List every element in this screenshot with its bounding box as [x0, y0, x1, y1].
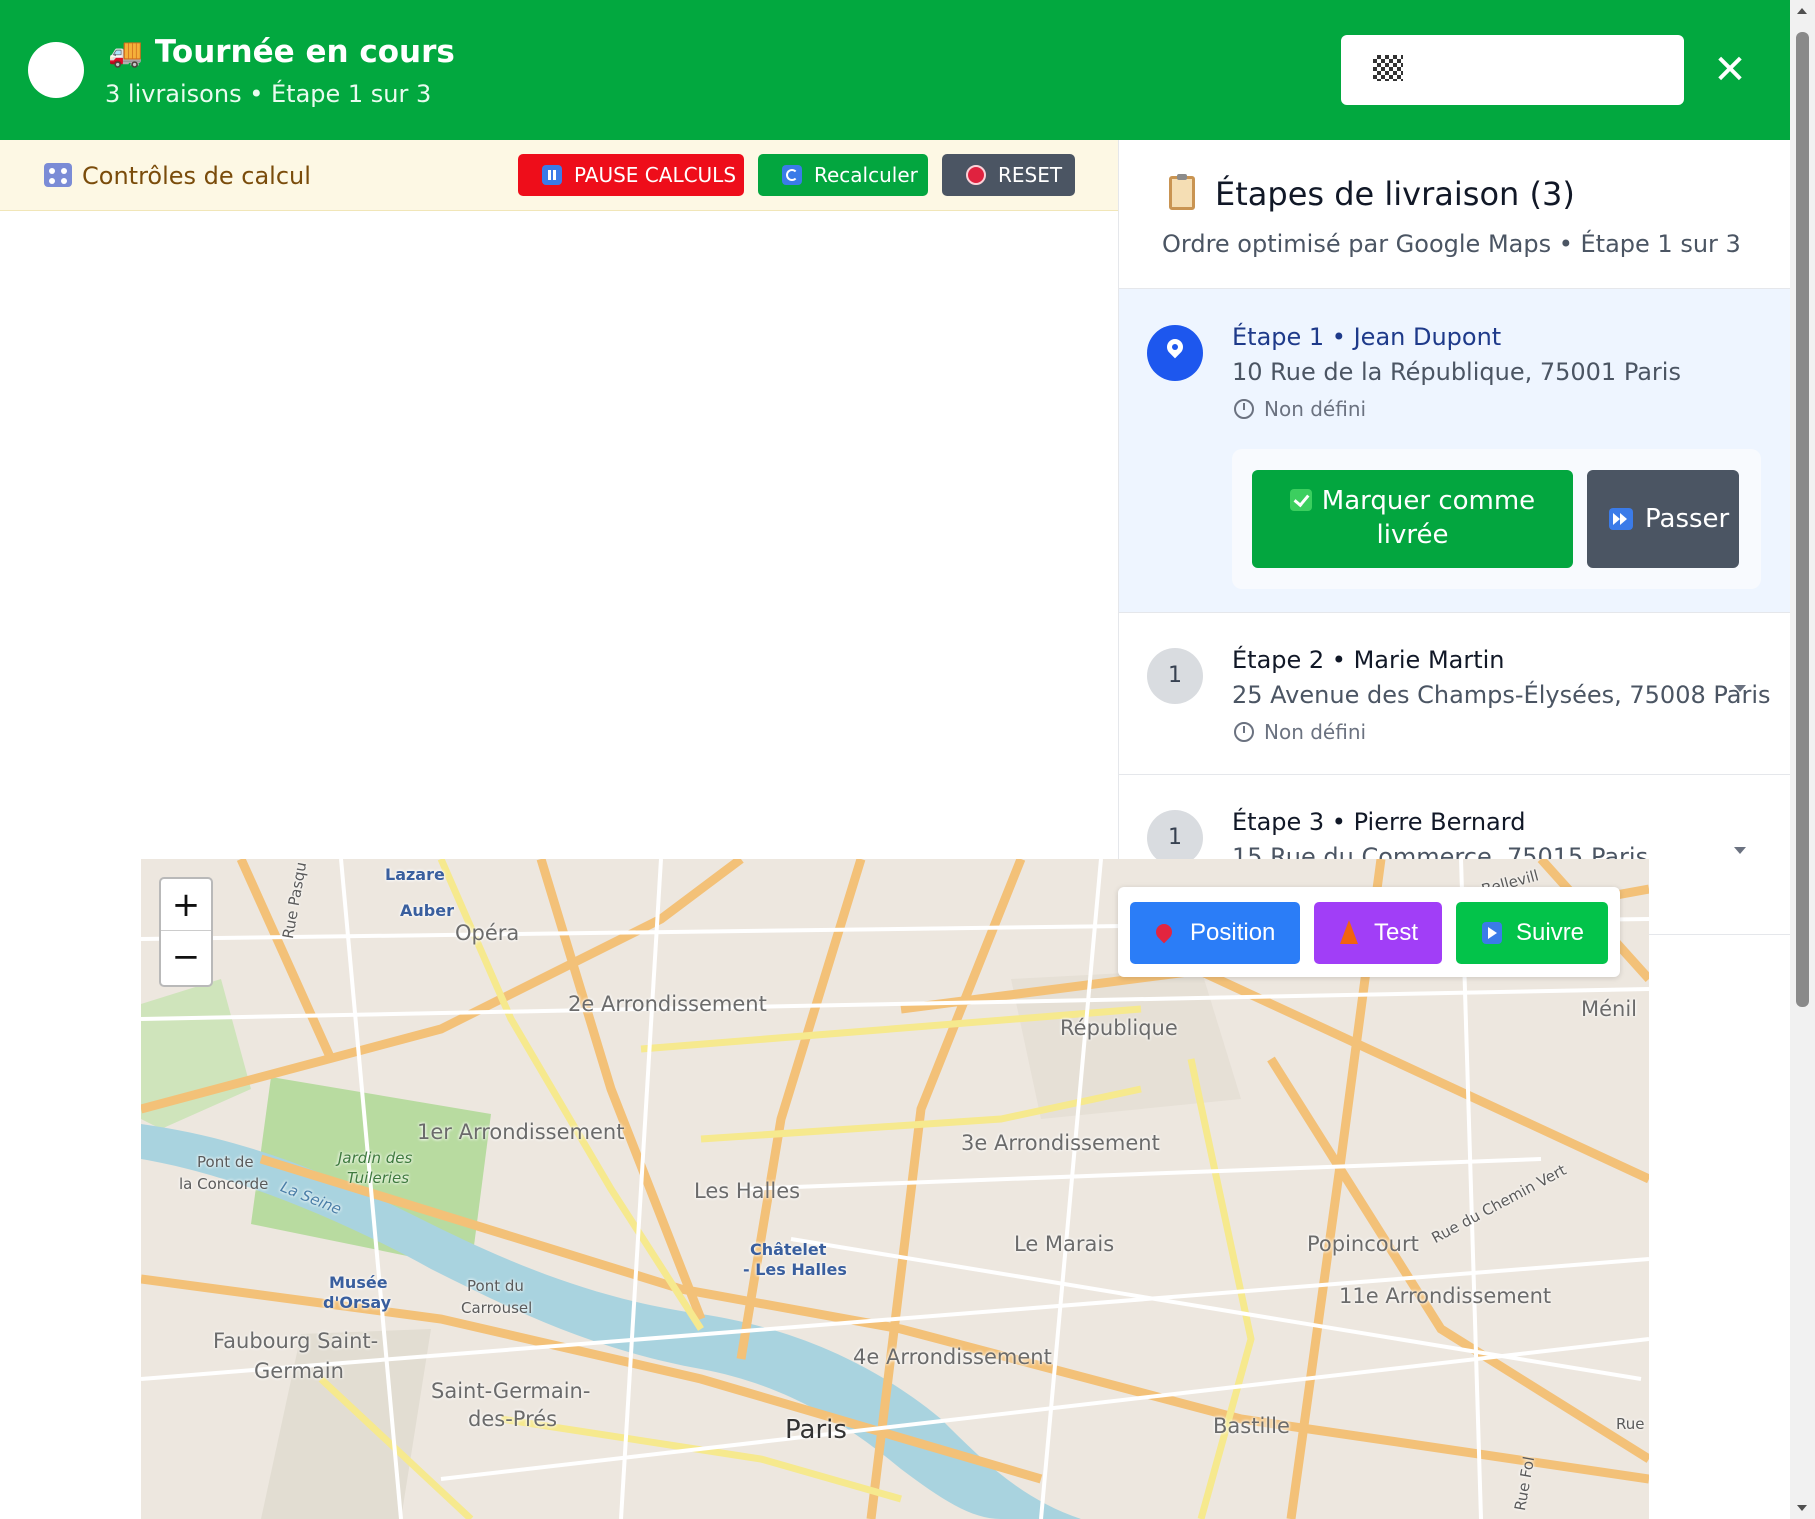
calc-controls-bar: Contrôles de calcul PAUSE CALCULS Recalc…	[0, 140, 1118, 211]
map-label-rue: Rue	[1616, 1415, 1645, 1433]
map-label-musee-1: Musée	[329, 1273, 388, 1292]
mark-delivered-button[interactable]: Marquer comme livrée	[1252, 470, 1573, 568]
reset-label: RESET	[998, 163, 1063, 187]
clock-icon	[1234, 399, 1254, 419]
map-label-arr3: 3e Arrondissement	[961, 1131, 1160, 1155]
clipboard-icon	[1169, 174, 1195, 210]
map-label-bastille: Bastille	[1213, 1414, 1290, 1438]
map-label-republique: République	[1060, 1016, 1178, 1040]
page-title-text: Tournée en cours	[154, 34, 455, 70]
map-label-menil: Ménil	[1581, 997, 1638, 1021]
pause-calculs-button[interactable]: PAUSE CALCULS	[518, 154, 744, 196]
map-label-pont-carrousel-1: Pont du	[467, 1277, 524, 1295]
recalculate-label: Recalculer	[814, 163, 918, 187]
map-label-faubourg-2: Germain	[254, 1359, 344, 1383]
truck-icon: 🚚	[108, 36, 143, 69]
step-time-text: Non défini	[1264, 720, 1367, 744]
map-label-le-marais: Le Marais	[1014, 1232, 1115, 1256]
map-label-chatelet-2: - Les Halles	[743, 1260, 847, 1279]
scrollbar-thumb[interactable]	[1796, 32, 1809, 1007]
step-name: Étape 3 • Pierre Bernard	[1232, 808, 1526, 836]
refresh-icon	[782, 165, 802, 185]
red-circle-icon	[966, 165, 986, 185]
follow-button[interactable]: Suivre	[1456, 902, 1608, 964]
pause-calculs-label: PAUSE CALCULS	[574, 163, 737, 187]
map-label-saint-germain-2: des-Prés	[468, 1407, 558, 1431]
map-label-arr1: 1er Arrondissement	[417, 1120, 625, 1144]
position-button[interactable]: Position	[1130, 902, 1300, 964]
step-item-2[interactable]: 1 Étape 2 • Marie Martin 25 Avenue des C…	[1119, 613, 1790, 775]
zoom-in-button[interactable]: +	[161, 879, 211, 931]
test-label: Test	[1374, 919, 1419, 946]
tour-header: 🚚 Tournée en cours 3 livraisons • Étape 1…	[0, 0, 1790, 140]
calc-controls-label: Contrôles de calcul	[44, 162, 311, 190]
delivery-steps-panel: Étapes de livraison (3) Ordre optimisé p…	[1118, 140, 1790, 935]
pause-icon	[542, 165, 562, 185]
avatar	[28, 42, 84, 98]
dice-icon	[44, 163, 72, 187]
page-title: 🚚 Tournée en cours	[108, 34, 455, 70]
scroll-down-icon[interactable]	[1797, 1505, 1807, 1511]
step-badge: 1	[1147, 648, 1203, 704]
step-actions-card: Marquer comme livrée Passer	[1232, 449, 1761, 589]
calc-controls-label-text: Contrôles de calcul	[82, 162, 311, 190]
map-label-auber: Auber	[400, 901, 454, 920]
map-label-arr2: 2e Arrondissement	[568, 992, 767, 1016]
follow-label: Suivre	[1516, 919, 1585, 946]
checkered-flag-icon	[1373, 55, 1403, 81]
step-address: 25 Avenue des Champs-Élysées, 75008 Pari…	[1232, 681, 1771, 709]
check-icon	[1289, 489, 1312, 511]
map-label-popincourt: Popincourt	[1307, 1232, 1419, 1256]
zoom-out-button[interactable]: −	[161, 931, 211, 983]
scroll-up-icon[interactable]	[1797, 8, 1807, 14]
map-label-jardin-1: Jardin des	[338, 1149, 413, 1167]
step-item-1[interactable]: Étape 1 • Jean Dupont 10 Rue de la Répub…	[1119, 289, 1790, 613]
steps-panel-title: Étapes de livraison (3)	[1169, 174, 1575, 213]
zoom-control: + −	[159, 877, 213, 987]
map-label-faubourg-1: Faubourg Saint-	[213, 1329, 379, 1353]
steps-panel-subtitle: Ordre optimisé par Google Maps • Étape 1…	[1162, 230, 1741, 258]
fast-forward-icon	[1609, 508, 1633, 530]
chevron-down-icon[interactable]	[1734, 685, 1746, 692]
step-badge: 1	[1147, 810, 1203, 866]
map-tools: Position Test Suivre	[1118, 887, 1620, 977]
recalculate-button[interactable]: Recalculer	[758, 154, 928, 196]
map-label-opera: Opéra	[455, 921, 520, 945]
step-name: Étape 1 • Jean Dupont	[1232, 323, 1502, 351]
mark-delivered-label: Marquer comme livrée	[1321, 486, 1536, 550]
step-time: Non défini	[1234, 720, 1366, 744]
map-label-saint-germain-1: Saint-Germain-	[431, 1379, 591, 1403]
chevron-down-icon[interactable]	[1734, 847, 1746, 854]
map-label-pont-concorde-2: la Concorde	[179, 1175, 269, 1193]
step-name: Étape 2 • Marie Martin	[1232, 646, 1505, 674]
clock-icon	[1234, 722, 1254, 742]
location-pin-icon	[1147, 325, 1203, 381]
skip-label: Passer	[1645, 504, 1730, 534]
map-label-jardin-2: Tuileries	[347, 1169, 410, 1187]
map-label-lazare: Lazare	[385, 865, 445, 884]
traffic-cone-icon	[1340, 920, 1358, 944]
map-label-musee-2: d'Orsay	[323, 1293, 392, 1312]
test-button[interactable]: Test	[1314, 902, 1442, 964]
map-label-arr4: 4e Arrondissement	[853, 1345, 1052, 1369]
tour-subtitle: 3 livraisons • Étape 1 sur 3	[105, 80, 432, 108]
map-label-arr11: 11e Arrondissement	[1339, 1284, 1552, 1308]
map-label-les-halles: Les Halles	[694, 1179, 801, 1203]
play-icon	[1482, 922, 1502, 944]
step-time: Non défini	[1234, 397, 1366, 421]
map-label-pont-concorde-1: Pont de	[197, 1153, 254, 1171]
position-label: Position	[1190, 919, 1276, 946]
step-time-text: Non défini	[1264, 397, 1367, 421]
tour-status-box	[1341, 35, 1684, 105]
pin-icon	[1152, 920, 1176, 944]
map-label-chatelet-1: Châtelet	[750, 1240, 827, 1259]
close-button[interactable]: ✕	[1712, 45, 1748, 95]
map-label-pont-carrousel-2: Carrousel	[461, 1299, 533, 1317]
map-label-paris: Paris	[785, 1415, 847, 1445]
step-address: 10 Rue de la République, 75001 Paris	[1232, 358, 1681, 386]
skip-button[interactable]: Passer	[1587, 470, 1739, 568]
page-scrollbar[interactable]	[1790, 0, 1815, 1519]
reset-button[interactable]: RESET	[942, 154, 1075, 196]
steps-panel-title-text: Étapes de livraison (3)	[1215, 175, 1575, 213]
